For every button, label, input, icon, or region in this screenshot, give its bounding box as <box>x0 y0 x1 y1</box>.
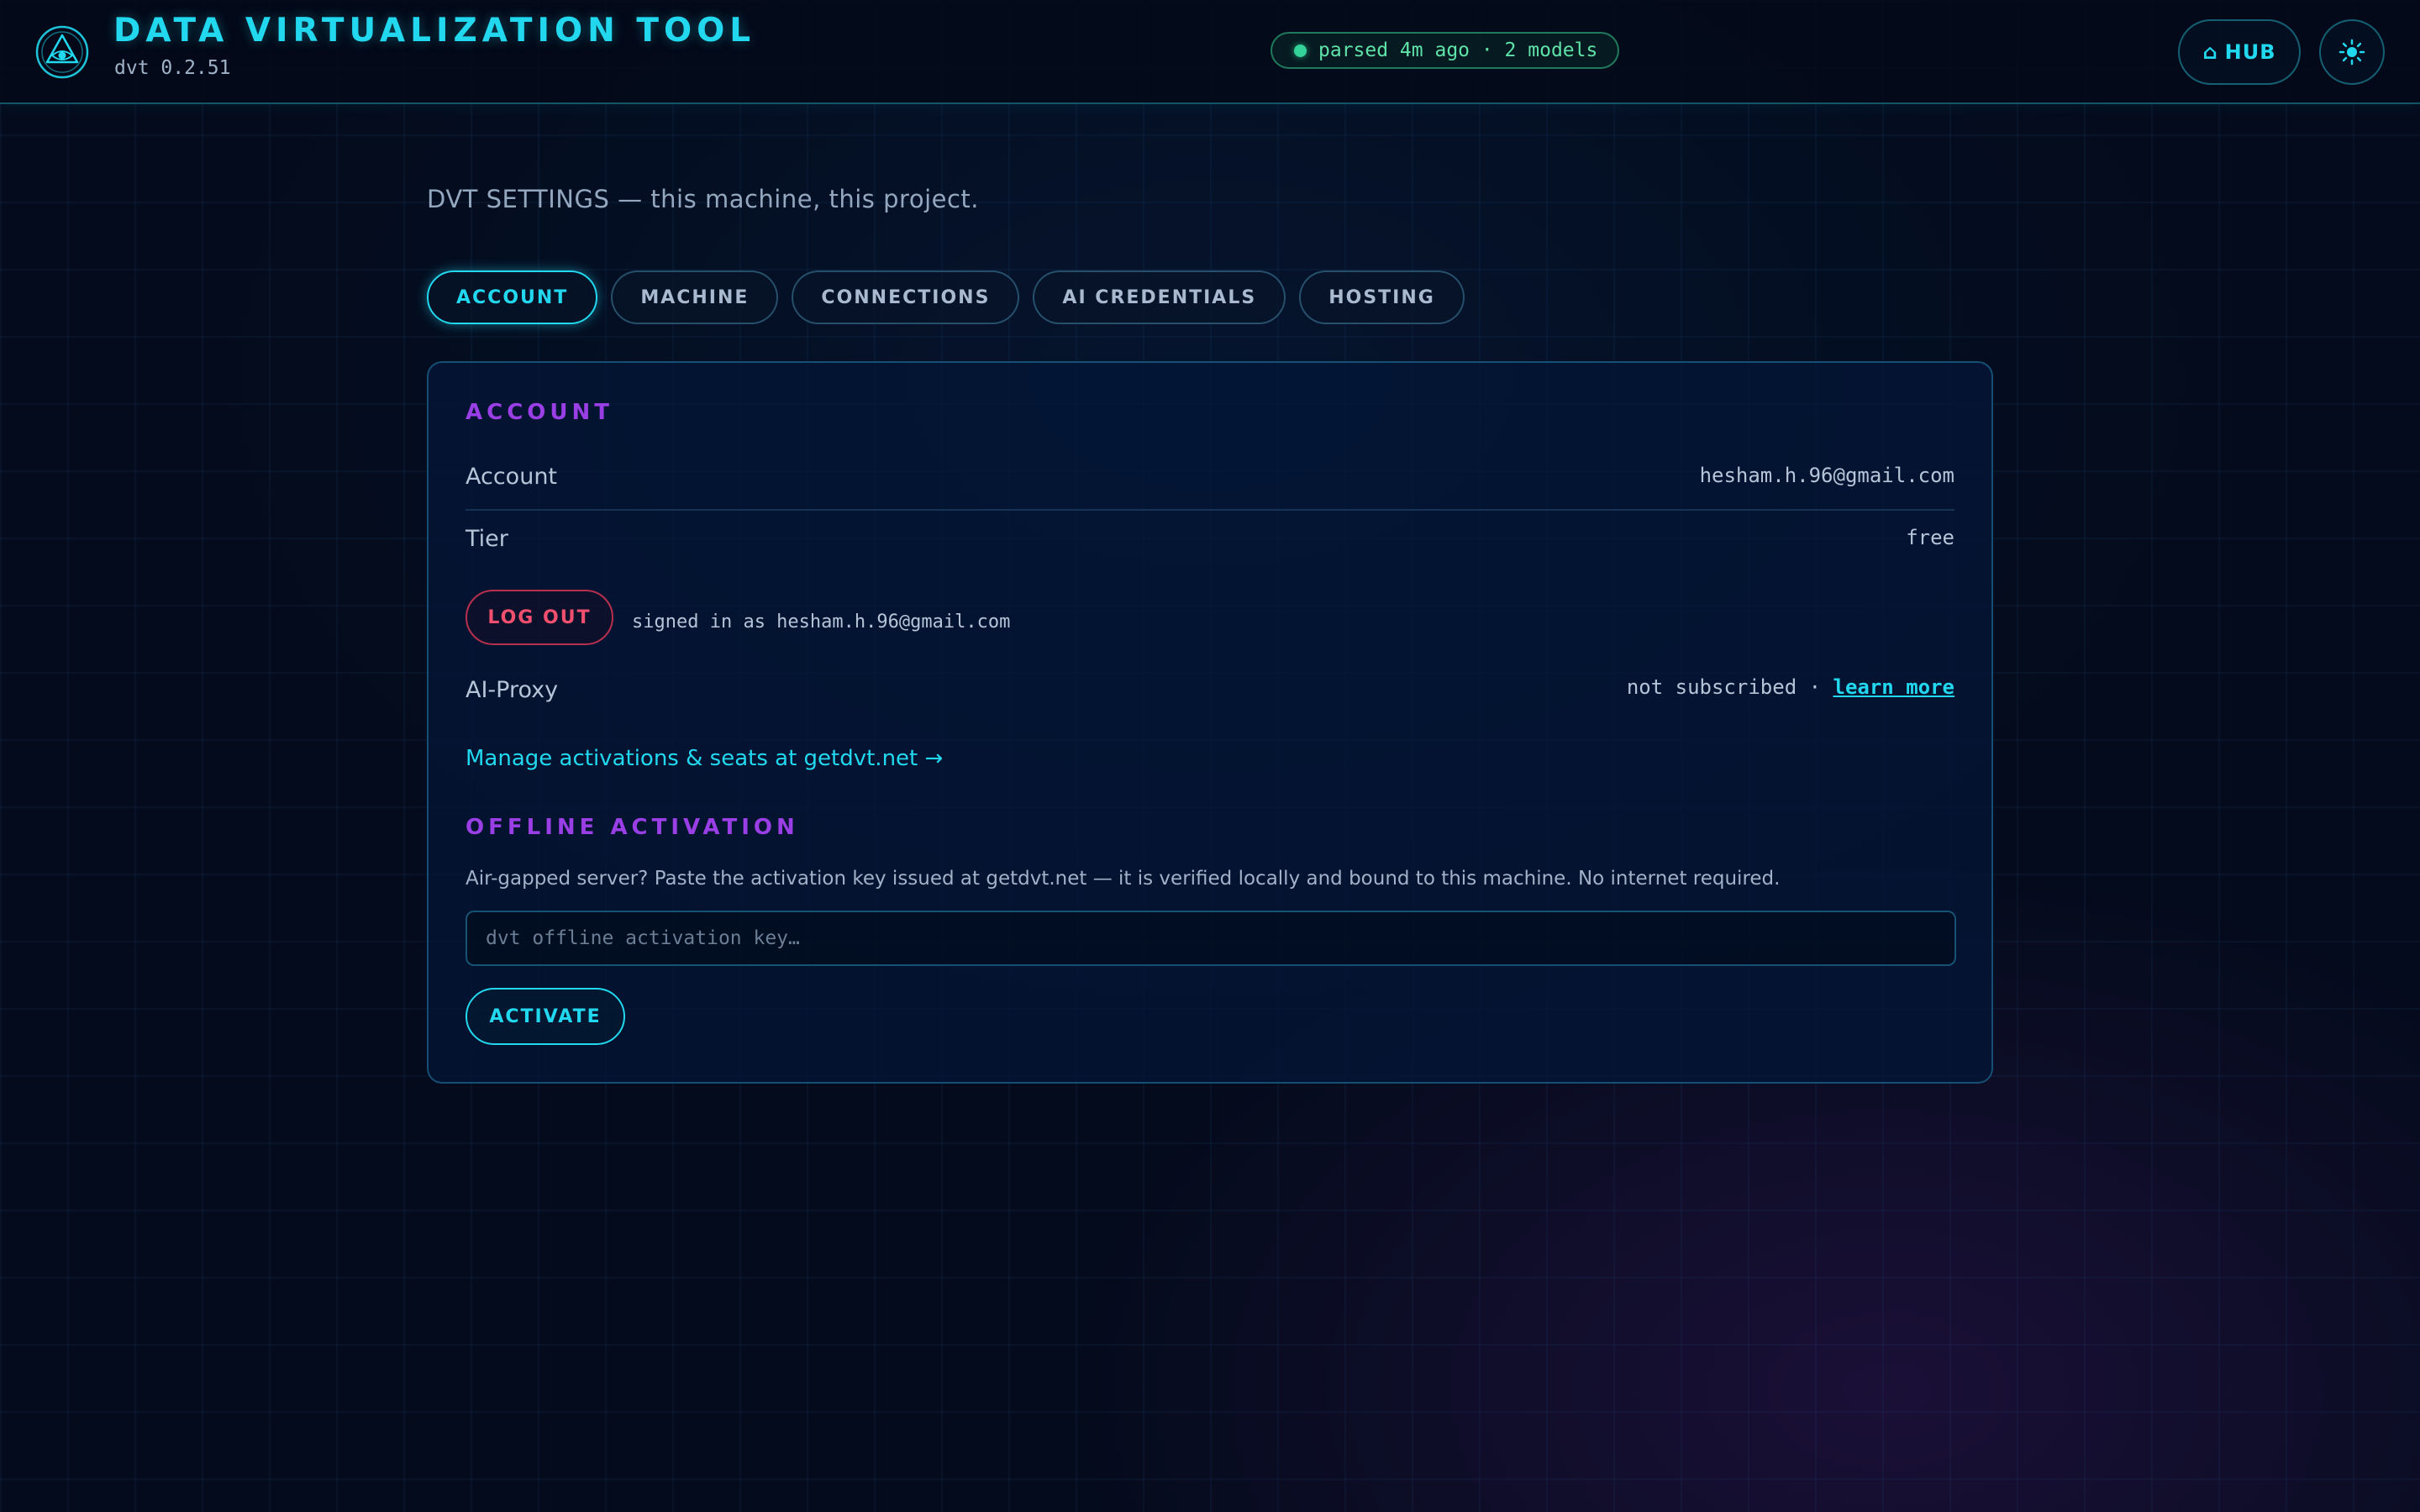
account-settings-card: ACCOUNT Account hesham.h.96@gmail.com Ti… <box>427 361 1993 1084</box>
home-icon: ⌂ <box>2202 40 2218 64</box>
hub-button-label: HUB <box>2224 40 2276 64</box>
hub-button[interactable]: ⌂ HUB <box>2178 19 2301 85</box>
offline-activation-description: Air-gapped server? Paste the activation … <box>466 868 1781 890</box>
sun-icon <box>2338 39 2365 66</box>
app-title: DATA VIRTUALIZATION TOOL <box>113 12 756 50</box>
tab-account[interactable]: ACCOUNT <box>427 270 598 324</box>
activate-button[interactable]: ACTIVATE <box>466 988 625 1045</box>
settings-tabs: ACCOUNT MACHINE CONNECTIONS AI CREDENTIA… <box>427 270 1478 324</box>
eye-triangle-logo-icon <box>34 24 91 81</box>
signed-in-text: signed in as hesham.h.96@gmail.com <box>632 612 1011 633</box>
status-dot-icon <box>1294 44 1307 57</box>
account-email-value: hesham.h.96@gmail.com <box>1699 464 1954 487</box>
tab-hosting[interactable]: HOSTING <box>1299 270 1465 324</box>
manage-activations-link[interactable]: Manage activations & seats at getdvt.net… <box>466 746 943 771</box>
activation-key-input[interactable] <box>466 911 1956 966</box>
row-divider <box>466 509 1954 511</box>
tab-machine[interactable]: MACHINE <box>611 270 779 324</box>
page-title: DVT SETTINGS — this machine, this projec… <box>427 185 980 213</box>
app-header: DATA VIRTUALIZATION TOOL dvt 0.2.51 pars… <box>0 0 2420 104</box>
parse-status-badge: parsed 4m ago · 2 models <box>1270 32 1620 69</box>
account-section-title: ACCOUNT <box>466 400 613 425</box>
learn-more-link[interactable]: learn more <box>1833 675 1955 699</box>
offline-activation-title: OFFLINE ACTIVATION <box>466 815 799 840</box>
ai-proxy-status: not subscribed · learn more <box>1627 675 1954 699</box>
parse-status-text: parsed 4m ago · 2 models <box>1318 39 1598 61</box>
theme-toggle-button[interactable] <box>2319 19 2385 85</box>
app-version: dvt 0.2.51 <box>114 57 231 79</box>
ai-proxy-status-text: not subscribed · <box>1626 675 1833 699</box>
logout-button[interactable]: LOG OUT <box>466 590 613 645</box>
account-label: Account <box>466 464 558 490</box>
tab-ai-credentials[interactable]: AI CREDENTIALS <box>1033 270 1286 324</box>
ai-proxy-label: AI-Proxy <box>466 677 559 703</box>
tier-value: free <box>1906 526 1954 549</box>
tab-connections[interactable]: CONNECTIONS <box>792 270 1020 324</box>
tier-label: Tier <box>466 526 508 552</box>
